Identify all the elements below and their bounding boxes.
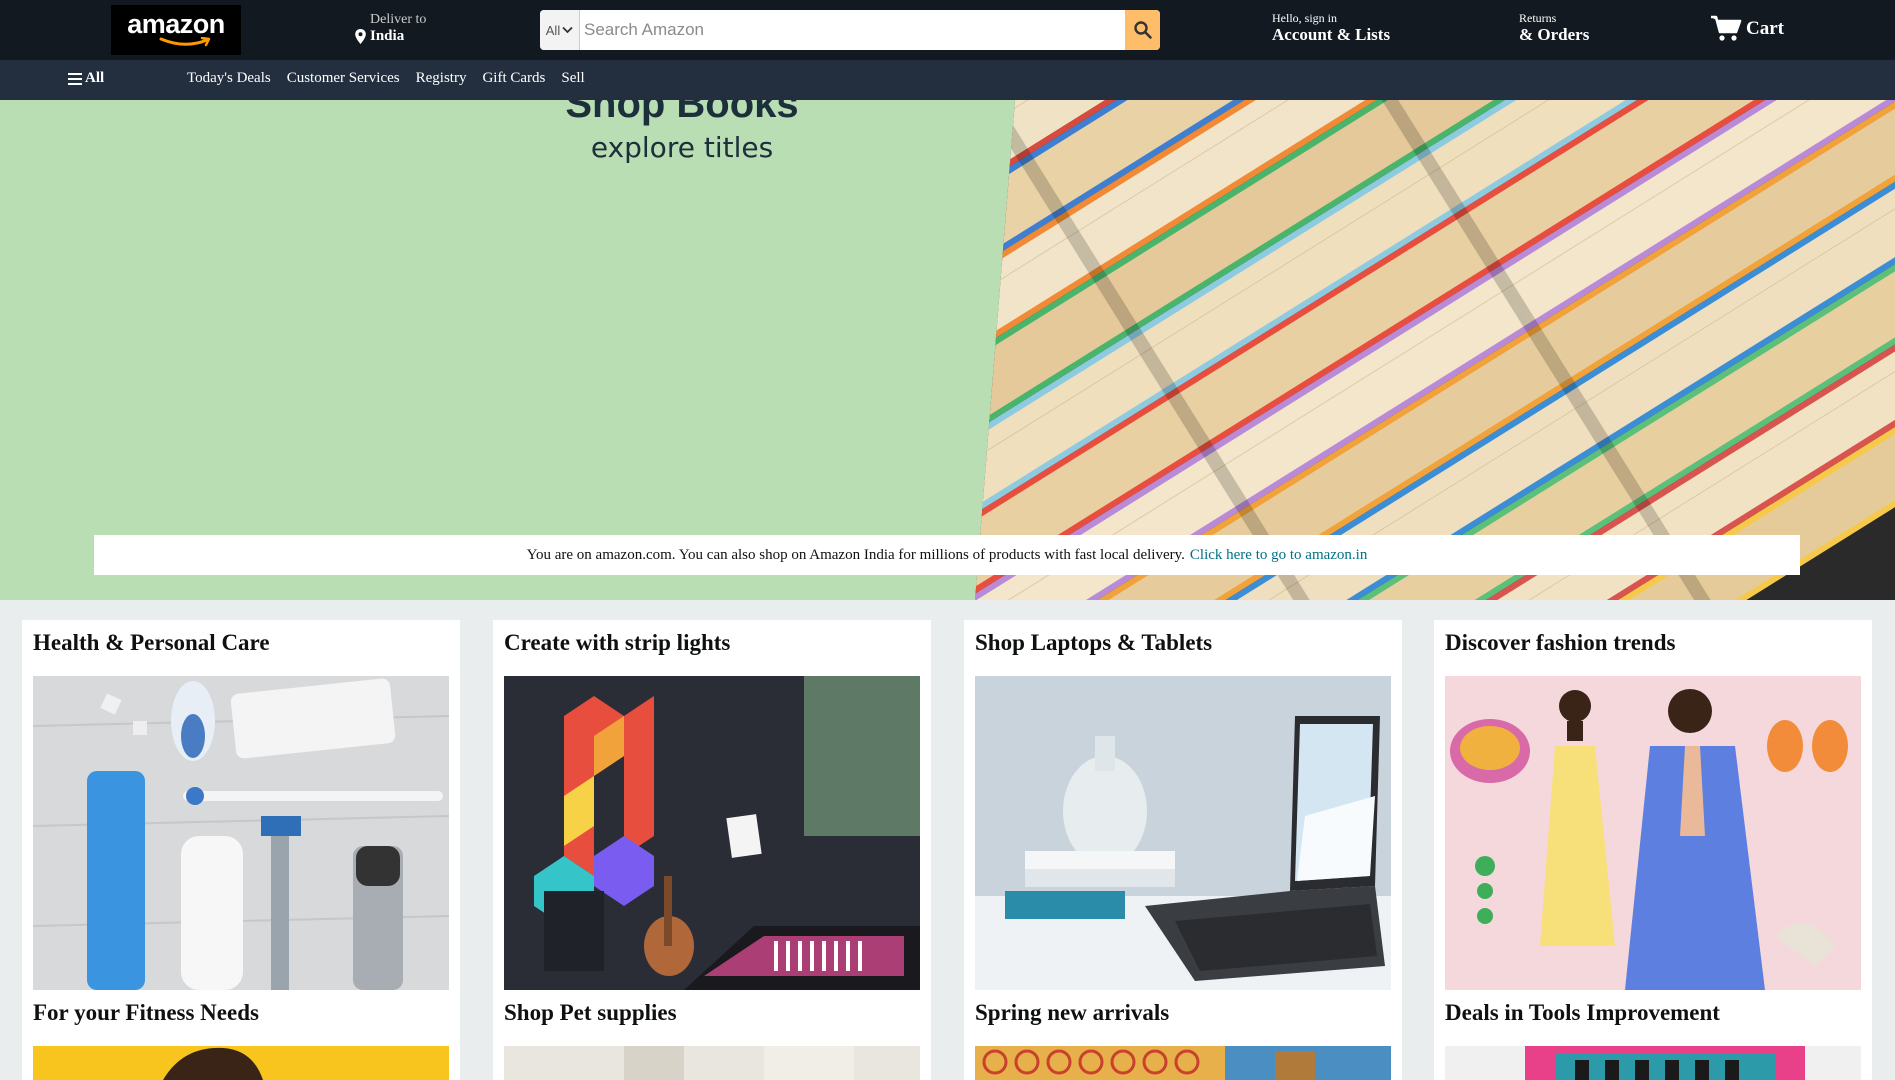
subnav-sell[interactable]: Sell xyxy=(561,70,584,87)
smile-arrow-icon xyxy=(159,37,211,47)
search-icon xyxy=(1133,21,1152,39)
returns-and-orders[interactable]: Returns & Orders xyxy=(1519,11,1589,46)
amazon-logo[interactable]: amazon xyxy=(111,5,241,55)
card-strip-lights[interactable]: Create with strip lights xyxy=(493,620,931,990)
hero-banner[interactable]: Shop Books explore titles You are on ama… xyxy=(0,100,1895,600)
account-and-lists[interactable]: Hello, sign in Account & Lists xyxy=(1272,11,1390,46)
search-category-dropdown[interactable]: All xyxy=(540,10,580,50)
welcome-sign-image xyxy=(975,1046,1391,1080)
card-title: Create with strip lights xyxy=(504,630,731,655)
amazon-in-link[interactable]: Click here to go to amazon.in xyxy=(1190,547,1367,564)
hamburger-icon xyxy=(68,72,82,85)
card-image[interactable] xyxy=(975,1046,1391,1080)
card-image[interactable] xyxy=(975,676,1391,990)
card-fashion-trends[interactable]: Discover fashion trends xyxy=(1434,620,1872,990)
subnav-todays-deals[interactable]: Today's Deals xyxy=(187,70,271,87)
card-image[interactable] xyxy=(504,676,920,990)
health-products-image xyxy=(33,676,449,990)
search-bar: All xyxy=(540,10,1160,50)
notice-text: You are on amazon.com. You can also shop… xyxy=(526,546,1185,563)
light-panels-image xyxy=(504,676,920,990)
card-laptops-tablets[interactable]: Shop Laptops & Tablets xyxy=(964,620,1402,990)
amazon-india-notice: You are on amazon.com. You can also shop… xyxy=(94,535,1800,575)
card-image[interactable] xyxy=(33,1046,449,1080)
logo-text: amazon xyxy=(127,9,225,39)
orders-label: & Orders xyxy=(1519,25,1590,45)
search-button[interactable] xyxy=(1125,10,1160,50)
fashion-image xyxy=(1445,676,1861,990)
hero-subtitle: explore titles xyxy=(590,131,774,164)
account-greeting: Hello, sign in xyxy=(1272,11,1337,25)
subnav-gift-cards[interactable]: Gift Cards xyxy=(482,70,545,87)
card-title: Discover fashion trends xyxy=(1445,630,1676,655)
cart-link[interactable]: Cart xyxy=(1710,14,1784,42)
card-title: Health & Personal Care xyxy=(33,630,270,655)
deliver-to[interactable]: Deliver to India xyxy=(354,12,426,45)
cart-label: Cart xyxy=(1746,18,1784,39)
subnav-registry[interactable]: Registry xyxy=(416,70,467,87)
top-nav-bar: amazon Deliver to India All Search Amazo… xyxy=(0,0,1895,60)
location-pin-icon xyxy=(355,29,366,45)
card-title: Shop Pet supplies xyxy=(504,1000,677,1025)
all-menu-button[interactable]: All xyxy=(68,70,104,87)
card-tools-improvement[interactable]: Deals in Tools Improvement xyxy=(1434,990,1872,1080)
laptop-image xyxy=(975,676,1391,990)
card-fitness-needs[interactable]: For your Fitness Needs xyxy=(22,990,460,1080)
deliver-to-location: India xyxy=(370,28,405,45)
card-pet-supplies[interactable]: Shop Pet supplies xyxy=(493,990,931,1080)
pet-supplies-image xyxy=(504,1046,920,1080)
returns-label: Returns xyxy=(1519,11,1557,25)
card-title: Shop Laptops & Tablets xyxy=(975,630,1213,655)
card-title: For your Fitness Needs xyxy=(33,1000,259,1025)
books-image xyxy=(975,100,1895,600)
deliver-to-label: Deliver to xyxy=(370,12,427,27)
subnav-links: Today's Deals Customer Services Registry… xyxy=(187,70,585,87)
secondary-nav-bar: All Today's Deals Customer Services Regi… xyxy=(0,60,1895,100)
card-health-personal-care[interactable]: Health & Personal Care xyxy=(22,620,460,990)
subnav-customer-services[interactable]: Customer Services xyxy=(287,70,400,87)
card-title: Deals in Tools Improvement xyxy=(1445,1000,1720,1025)
card-image[interactable] xyxy=(1445,676,1861,990)
fitness-image xyxy=(33,1046,449,1080)
all-menu-label: All xyxy=(85,70,105,86)
cart-icon xyxy=(1711,15,1742,41)
search-category-value: All xyxy=(545,22,561,38)
card-image[interactable] xyxy=(33,676,449,990)
hero-title: Shop Books xyxy=(565,100,799,126)
tools-image xyxy=(1445,1046,1861,1080)
card-title: Spring new arrivals xyxy=(975,1000,1170,1025)
card-image[interactable] xyxy=(1445,1046,1861,1080)
chevron-down-icon xyxy=(562,26,573,34)
search-input[interactable] xyxy=(580,10,1125,50)
card-image[interactable] xyxy=(504,1046,920,1080)
account-label: Account & Lists xyxy=(1272,25,1391,45)
card-spring-arrivals[interactable]: Spring new arrivals xyxy=(964,990,1402,1080)
